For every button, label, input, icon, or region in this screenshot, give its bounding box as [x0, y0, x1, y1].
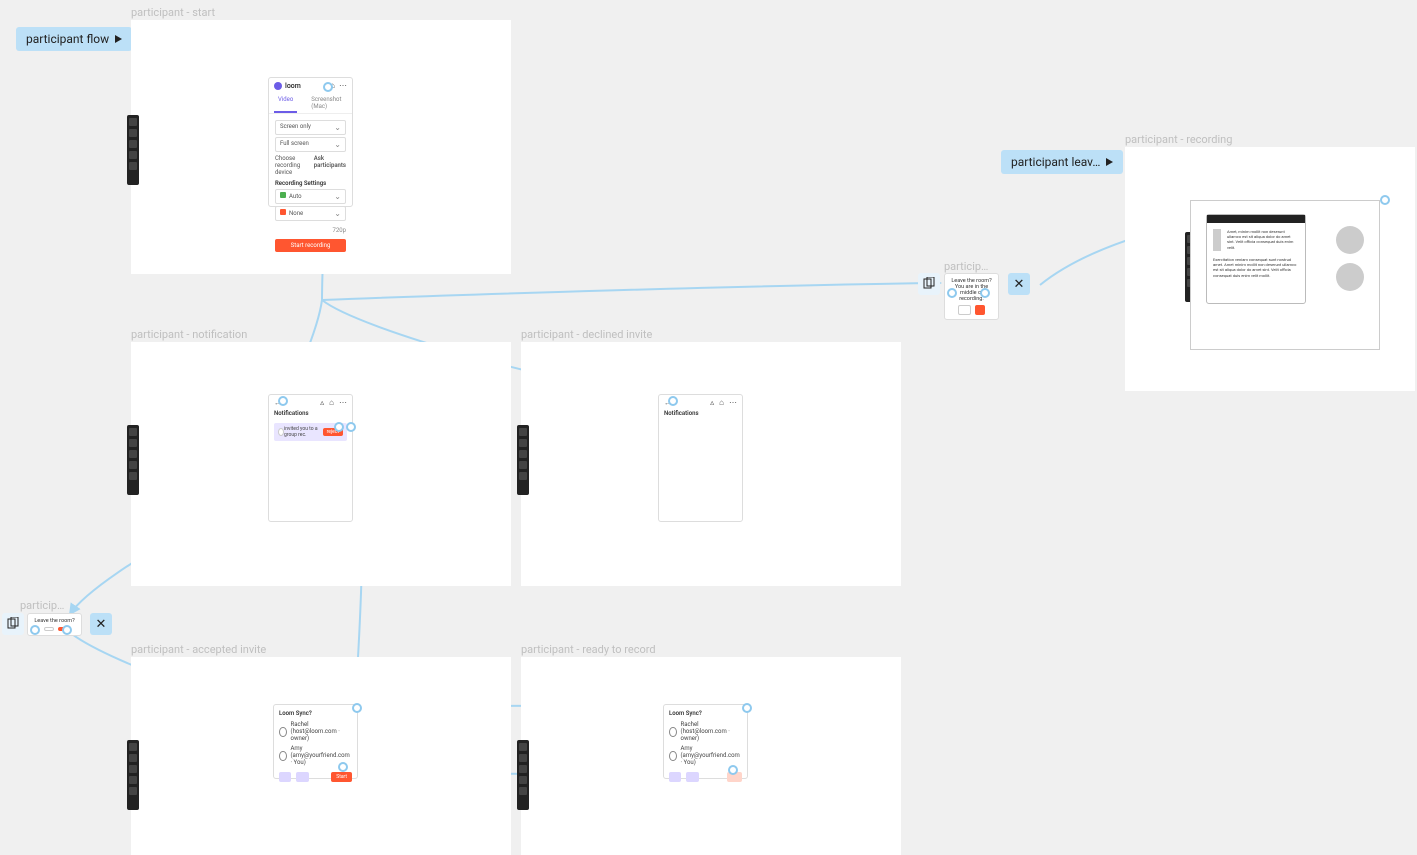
- connection-node[interactable]: [947, 288, 957, 298]
- quality-badge: 720p: [333, 227, 347, 234]
- notifications-panel-empty[interactable]: ← ▵ ⌂ ⋯ Notifications: [658, 394, 743, 522]
- document-window[interactable]: Amet, minim mollit non deserunt ullamco …: [1190, 200, 1380, 350]
- component-instance-icon[interactable]: [2, 613, 24, 635]
- avatar: [669, 751, 677, 761]
- action-mute-button[interactable]: [296, 772, 308, 782]
- action-invite-button[interactable]: [279, 772, 291, 782]
- capture-mode-select[interactable]: Screen only: [275, 120, 346, 135]
- frame-title-accepted: participant - accepted invite: [131, 643, 266, 656]
- play-icon: [1106, 158, 1113, 166]
- loom-tabs: Video Screenshot (Mac): [269, 93, 352, 114]
- frame-title-start: participant - start: [131, 6, 215, 19]
- play-icon: [115, 35, 122, 43]
- frame-title-recording: participant - recording: [1125, 133, 1232, 146]
- frame-title-ready: participant - ready to record: [521, 643, 656, 656]
- participant-bubble[interactable]: [1336, 263, 1364, 291]
- avatar: [279, 751, 287, 761]
- notifications-panel[interactable]: ← ▵ ⌂ ⋯ Notifications invited you to a g…: [268, 394, 353, 522]
- quality-select[interactable]: Auto: [275, 189, 346, 204]
- home-icon[interactable]: ⌂: [329, 398, 334, 407]
- more-icon[interactable]: ⋯: [339, 81, 347, 90]
- close-overlay-button[interactable]: ✕: [1008, 273, 1030, 295]
- toolbar: [517, 425, 529, 495]
- close-icon: ✕: [96, 617, 107, 632]
- flow-chip-label: participant leav…: [1011, 155, 1100, 169]
- toolbar: [127, 115, 139, 185]
- flow-chip-participant-flow[interactable]: participant flow: [16, 27, 132, 51]
- notifications-heading: Notifications: [269, 410, 352, 420]
- participant-name: Rachel (host@loom.com · owner): [681, 721, 742, 742]
- toolbar: [127, 425, 139, 495]
- participant-row: Amy (amy@yourfriend.com · You): [669, 745, 742, 766]
- close-overlay-button[interactable]: ✕: [90, 613, 112, 635]
- popup-cancel-button[interactable]: [958, 305, 970, 315]
- copy-icon: [6, 617, 20, 631]
- connection-node[interactable]: [346, 422, 356, 432]
- doc-paragraph: Exercitation veniam consequat sunt nostr…: [1207, 257, 1305, 284]
- copy-icon: [922, 277, 936, 291]
- tab-video[interactable]: Video: [274, 93, 297, 113]
- countdown-select[interactable]: None: [275, 206, 346, 221]
- avatar: [669, 727, 677, 737]
- popup-confirm-button[interactable]: [975, 305, 985, 315]
- room-title: Loom Sync?: [279, 710, 352, 717]
- frame-title-declined: participant - declined invite: [521, 328, 652, 341]
- loom-logo: loom: [274, 82, 301, 90]
- flow-chip-label: participant flow: [26, 32, 109, 46]
- device-label: Choose recording device: [275, 155, 314, 176]
- tab-screenshot[interactable]: Screenshot (Mac): [307, 93, 347, 113]
- more-icon[interactable]: ⋯: [729, 398, 737, 407]
- notifications-heading: Notifications: [659, 410, 742, 420]
- start-button[interactable]: Start: [331, 772, 352, 782]
- connection-node[interactable]: [323, 82, 333, 92]
- avatar: [279, 727, 287, 737]
- participant-name: Rachel (host@loom.com · owner): [291, 721, 352, 742]
- connection-node[interactable]: [1380, 195, 1390, 205]
- participant-row: Rachel (host@loom.com · owner): [279, 721, 352, 742]
- toolbar: [517, 740, 529, 810]
- doc-titlebar: [1207, 215, 1305, 223]
- recording-settings-title: Recording Settings: [275, 180, 346, 187]
- popup-text: Leave the room?: [33, 618, 76, 624]
- popup-cancel-button[interactable]: [44, 627, 54, 631]
- ask-participants-link[interactable]: Ask participants: [314, 155, 346, 176]
- component-instance-icon[interactable]: [918, 273, 940, 295]
- loom-recorder-panel[interactable]: loom ⌂ ⋯ Video Screenshot (Mac) Screen o…: [268, 77, 353, 207]
- frame-title-popup1: particip…: [20, 599, 64, 612]
- connection-node[interactable]: [742, 703, 752, 713]
- notification-text: invited you to a group rec.: [284, 426, 323, 438]
- prototype-canvas[interactable]: participant flow participant leav… parti…: [0, 0, 1417, 855]
- action-mute-button[interactable]: [686, 772, 698, 782]
- doc-thumbnail: [1213, 229, 1221, 251]
- close-icon: ✕: [1014, 277, 1025, 292]
- screen-select[interactable]: Full screen: [275, 137, 346, 152]
- connection-node[interactable]: [352, 703, 362, 713]
- connection-node[interactable]: [278, 396, 288, 406]
- document-card: Amet, minim mollit non deserunt ullamco …: [1206, 214, 1306, 304]
- action-invite-button[interactable]: [669, 772, 681, 782]
- connection-node[interactable]: [338, 762, 348, 772]
- connection-node[interactable]: [30, 625, 40, 635]
- connection-node[interactable]: [728, 765, 738, 775]
- flow-chip-participant-leaves[interactable]: participant leav…: [1001, 150, 1123, 174]
- participant-name: Amy (amy@yourfriend.com · You): [681, 745, 743, 766]
- toolbar: [127, 740, 139, 810]
- home-icon[interactable]: ⌂: [719, 398, 724, 407]
- start-recording-button[interactable]: Start recording: [275, 239, 346, 252]
- room-title: Loom Sync?: [669, 710, 742, 717]
- bell-icon[interactable]: ▵: [320, 398, 324, 407]
- bell-icon[interactable]: ▵: [710, 398, 714, 407]
- participant-row: Rachel (host@loom.com · owner): [669, 721, 742, 742]
- participant-bubble[interactable]: [1336, 226, 1364, 254]
- more-icon[interactable]: ⋯: [339, 398, 347, 407]
- doc-paragraph: Amet, minim mollit non deserunt ullamco …: [1227, 229, 1299, 251]
- frame-title-popup2: particip…: [944, 260, 988, 273]
- frame-title-notification: participant - notification: [131, 328, 247, 341]
- connection-node[interactable]: [668, 396, 678, 406]
- connection-node[interactable]: [980, 288, 990, 298]
- connection-node[interactable]: [62, 625, 72, 635]
- connection-node[interactable]: [334, 422, 344, 432]
